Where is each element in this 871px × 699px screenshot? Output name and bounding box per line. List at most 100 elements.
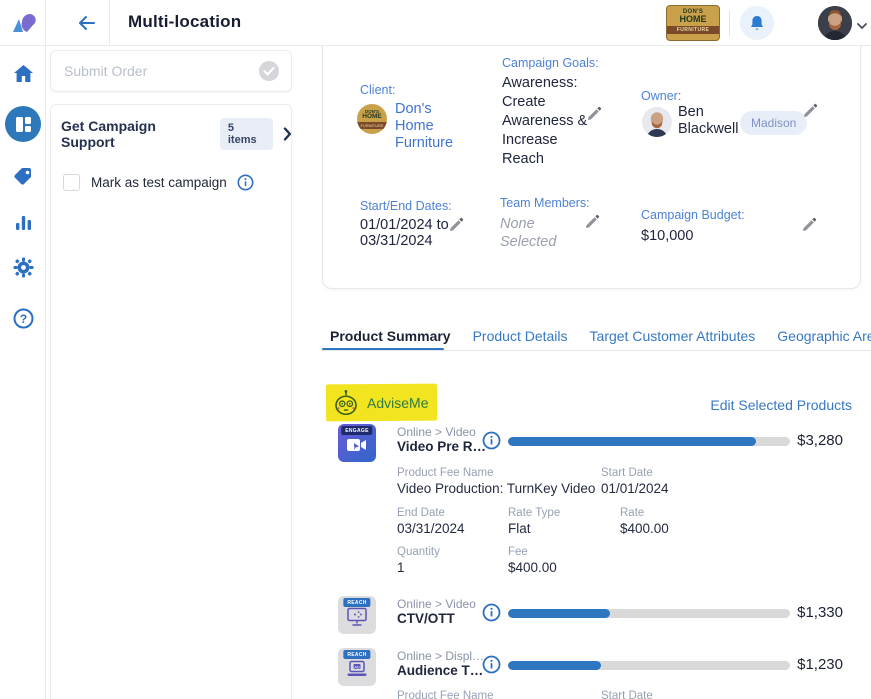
budget-progress-bar xyxy=(508,661,790,670)
bell-icon xyxy=(748,14,766,33)
product-tile-reach: REACH AD xyxy=(338,648,376,686)
budget-progress-bar xyxy=(508,609,790,618)
help-icon: ? xyxy=(13,308,34,329)
dates-label: Start/End Dates: xyxy=(360,199,452,213)
budget-value: $10,000 xyxy=(641,227,693,246)
client-logo: DON'S HOME FURNITURE xyxy=(666,5,720,41)
app-logo-icon xyxy=(10,12,36,34)
edit-budget-icon[interactable] xyxy=(801,216,818,233)
product-tabs: Product Summary Product Details Target C… xyxy=(330,328,871,344)
product-category: Online > Video xyxy=(397,597,476,611)
get-campaign-support[interactable]: Get Campaign Support 5 items xyxy=(50,118,292,150)
dates-value: 01/01/2024 to 03/31/2024 xyxy=(360,217,456,249)
sidebar-item-home[interactable] xyxy=(0,64,46,84)
back-arrow-icon xyxy=(75,13,97,33)
owner-name: Ben Blackwell xyxy=(678,104,744,138)
owner-label: Owner: xyxy=(641,89,681,103)
support-label: Get Campaign Support xyxy=(61,118,211,150)
robot-icon xyxy=(333,389,359,416)
team-value: None Selected xyxy=(500,215,572,251)
tab-target-customer-attributes[interactable]: Target Customer Attributes xyxy=(590,328,756,344)
sidebar-item-tags[interactable] xyxy=(0,166,46,187)
product-name: CTV/OTT xyxy=(397,611,455,626)
info-icon[interactable] xyxy=(482,603,501,622)
test-campaign-checkbox[interactable] xyxy=(63,174,80,191)
ctv-monitor-icon xyxy=(346,608,368,627)
user-avatar[interactable] xyxy=(818,6,852,40)
start-date-field: Start Date xyxy=(601,690,653,699)
dashboard-icon xyxy=(15,116,32,133)
owner-location-badge: Madison xyxy=(740,111,807,135)
chevron-down-icon xyxy=(856,22,868,30)
sidebar-item-reports[interactable] xyxy=(0,213,46,232)
tab-geographic-areas[interactable]: Geographic Areas xyxy=(777,328,871,344)
tab-product-details[interactable]: Product Details xyxy=(473,328,568,344)
tab-product-summary[interactable]: Product Summary xyxy=(330,328,451,344)
client-label: Client: xyxy=(360,83,395,97)
info-icon[interactable] xyxy=(237,174,254,191)
product-price: $1,230 xyxy=(797,656,843,673)
gear-icon xyxy=(13,257,34,278)
product-row-video-preroll: ENGAGE Online > Video Video Pre R… $3,28… xyxy=(322,424,861,466)
tabs-divider xyxy=(322,350,871,351)
rate-field: Rate $400.00 xyxy=(620,507,669,536)
client-name-link[interactable]: Don's Home Furniture xyxy=(395,101,473,152)
info-icon[interactable] xyxy=(482,431,501,450)
tag-icon xyxy=(13,166,34,187)
owner-avatar xyxy=(642,107,672,137)
product-row-ctv-ott: REACH Online > Video CTV/OTT $1,330 xyxy=(322,596,861,638)
test-campaign-row: Mark as test campaign xyxy=(50,170,292,194)
budget-progress-bar xyxy=(508,437,790,446)
display-ad-laptop-icon: AD xyxy=(346,661,368,678)
sidebar-item-campaigns[interactable] xyxy=(0,106,46,142)
product-price: $1,330 xyxy=(797,604,843,621)
icon-sidebar: ? xyxy=(0,46,46,699)
budget-progress-fill xyxy=(508,437,756,446)
reach-badge: REACH xyxy=(343,598,370,607)
edit-team-icon[interactable] xyxy=(584,213,601,230)
product-row-audience-targeting: REACH AD Online > Displ… Audience T… $1,… xyxy=(322,648,861,690)
product-category: Online > Video xyxy=(397,425,476,439)
goals-label: Campaign Goals: xyxy=(502,56,599,70)
sidebar-item-settings[interactable] xyxy=(0,257,46,278)
team-label: Team Members: xyxy=(500,196,590,210)
notifications-button[interactable] xyxy=(740,6,774,40)
sidebar-item-help[interactable]: ? xyxy=(0,308,46,329)
bar-chart-icon xyxy=(14,213,33,232)
info-icon[interactable] xyxy=(482,655,501,674)
edit-goals-icon[interactable] xyxy=(586,105,603,122)
submit-order-label: Submit Order xyxy=(64,63,257,79)
advise-me-button[interactable]: AdviseMe xyxy=(326,384,437,422)
product-name: Audience T… xyxy=(397,663,483,678)
budget-progress-fill xyxy=(508,661,601,670)
edit-dates-icon[interactable] xyxy=(448,216,465,233)
chevron-right-icon xyxy=(283,127,292,141)
avatar-image xyxy=(818,6,852,40)
product-tile-engage: ENGAGE xyxy=(338,424,376,462)
fee-field: Fee $400.00 xyxy=(508,546,557,575)
home-icon xyxy=(13,64,34,84)
product-price: $3,280 xyxy=(797,432,843,449)
reach-badge: REACH xyxy=(343,650,370,659)
video-camera-icon xyxy=(346,437,368,453)
support-items-badge: 5 items xyxy=(220,118,273,150)
check-circle-icon xyxy=(257,59,281,83)
budget-progress-fill xyxy=(508,609,610,618)
app-screen: Multi-location DON'S HOME FURNITURE xyxy=(0,0,871,699)
product-fee-details: Product Fee Name Video Production: TurnK… xyxy=(397,467,837,579)
svg-text:?: ? xyxy=(19,312,26,326)
edit-owner-icon[interactable] xyxy=(802,102,819,119)
fee-name-field: Product Fee Name xyxy=(397,690,494,699)
rate-type-field: Rate Type Flat xyxy=(508,507,560,536)
topbar-divider xyxy=(729,10,730,36)
quantity-field: Quantity 1 xyxy=(397,546,440,575)
submit-order-card[interactable]: Submit Order xyxy=(50,50,292,92)
edit-selected-products-link[interactable]: Edit Selected Products xyxy=(702,397,852,413)
product-tile-reach: REACH xyxy=(338,596,376,634)
product-category: Online > Displ… xyxy=(397,649,484,663)
app-logo[interactable] xyxy=(0,0,46,46)
account-menu-caret[interactable] xyxy=(856,17,868,35)
owner-avatar-image xyxy=(642,107,672,137)
back-button[interactable] xyxy=(62,0,110,46)
page-title: Multi-location xyxy=(128,12,241,32)
